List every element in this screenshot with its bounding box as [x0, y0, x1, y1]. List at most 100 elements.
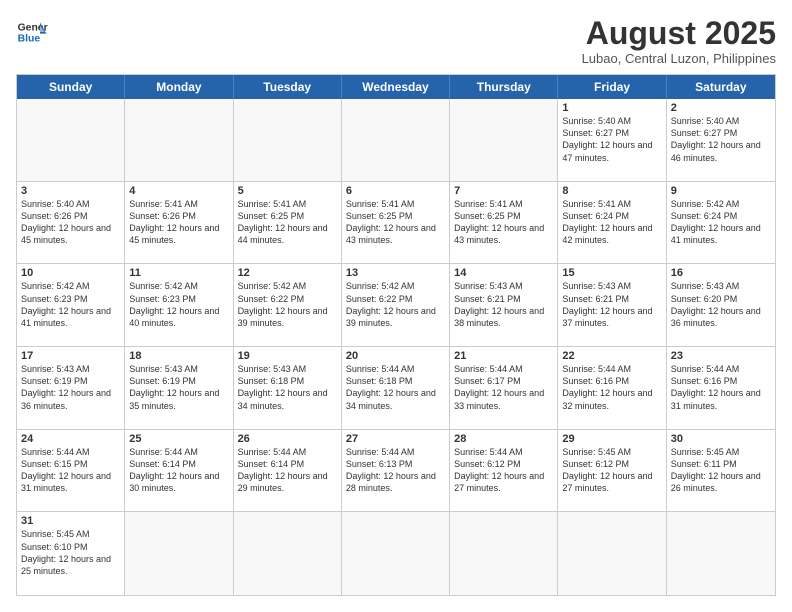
calendar-day-31: 31Sunrise: 5:45 AM Sunset: 6:10 PM Dayli… [17, 512, 125, 595]
calendar-day-4: 4Sunrise: 5:41 AM Sunset: 6:26 PM Daylig… [125, 182, 233, 264]
calendar-header: SundayMondayTuesdayWednesdayThursdayFrid… [17, 75, 775, 99]
calendar-week-3: 10 Sunrise: 5:42 AM Sunset: 6:23 PM Dayli… [17, 264, 775, 347]
day-number: 29 [562, 433, 661, 445]
title-block: August 2025 Lubao, Central Luzon, Philip… [582, 16, 776, 66]
calendar-day-18: 18Sunrise: 5:43 AM Sunset: 6:19 PM Dayli… [125, 347, 233, 429]
calendar: SundayMondayTuesdayWednesdayThursdayFrid… [16, 74, 776, 596]
generalblue-logo-icon: General Blue [16, 16, 48, 48]
header-day-monday: Monday [125, 75, 233, 99]
day-number: 7 [454, 185, 553, 197]
calendar-day-23: 23Sunrise: 5:44 AM Sunset: 6:16 PM Dayli… [667, 347, 775, 429]
calendar-day-17: 17Sunrise: 5:43 AM Sunset: 6:19 PM Dayli… [17, 347, 125, 429]
calendar-day-27: 27Sunrise: 5:44 AM Sunset: 6:13 PM Dayli… [342, 430, 450, 512]
day-info: Sunrise: 5:41 AM Sunset: 6:24 PM Dayligh… [562, 198, 661, 247]
day-number: 22 [562, 350, 661, 362]
calendar-day-8: 8Sunrise: 5:41 AM Sunset: 6:24 PM Daylig… [558, 182, 666, 264]
calendar-day-empty [450, 512, 558, 595]
logo: General Blue [16, 16, 48, 48]
day-number: 31 [21, 515, 120, 527]
day-number: 10 [21, 267, 120, 279]
calendar-day-26: 26Sunrise: 5:44 AM Sunset: 6:14 PM Dayli… [234, 430, 342, 512]
day-info: Sunrise: 5:40 AM Sunset: 6:27 PM Dayligh… [562, 115, 661, 164]
calendar-day-20: 20Sunrise: 5:44 AM Sunset: 6:18 PM Dayli… [342, 347, 450, 429]
day-info: Sunrise: 5:44 AM Sunset: 6:14 PM Dayligh… [238, 446, 337, 495]
page: General Blue August 2025 Lubao, Central … [0, 0, 792, 612]
calendar-day-14: 14Sunrise: 5:43 AM Sunset: 6:21 PM Dayli… [450, 264, 558, 346]
calendar-day-7: 7Sunrise: 5:41 AM Sunset: 6:25 PM Daylig… [450, 182, 558, 264]
header-day-sunday: Sunday [17, 75, 125, 99]
day-number: 14 [454, 267, 553, 279]
day-number: 18 [129, 350, 228, 362]
calendar-day-empty [558, 512, 666, 595]
day-number: 2 [671, 102, 771, 114]
day-number: 5 [238, 185, 337, 197]
day-info: Sunrise: 5:41 AM Sunset: 6:25 PM Dayligh… [454, 198, 553, 247]
day-info: Sunrise: 5:43 AM Sunset: 6:19 PM Dayligh… [21, 363, 120, 412]
calendar-day-empty [17, 99, 125, 181]
day-number: 8 [562, 185, 661, 197]
day-info: Sunrise: 5:45 AM Sunset: 6:12 PM Dayligh… [562, 446, 661, 495]
day-info: Sunrise: 5:41 AM Sunset: 6:25 PM Dayligh… [238, 198, 337, 247]
day-info: Sunrise: 5:44 AM Sunset: 6:14 PM Dayligh… [129, 446, 228, 495]
day-info: Sunrise: 5:44 AM Sunset: 6:17 PM Dayligh… [454, 363, 553, 412]
calendar-day-5: 5Sunrise: 5:41 AM Sunset: 6:25 PM Daylig… [234, 182, 342, 264]
day-number: 30 [671, 433, 771, 445]
day-number: 17 [21, 350, 120, 362]
day-info: Sunrise: 5:44 AM Sunset: 6:16 PM Dayligh… [671, 363, 771, 412]
month-year-title: August 2025 [582, 16, 776, 51]
calendar-day-empty [234, 512, 342, 595]
calendar-day-16: 16Sunrise: 5:43 AM Sunset: 6:20 PM Dayli… [667, 264, 775, 346]
header-day-wednesday: Wednesday [342, 75, 450, 99]
day-info: Sunrise: 5:44 AM Sunset: 6:15 PM Dayligh… [21, 446, 120, 495]
calendar-day-6: 6Sunrise: 5:41 AM Sunset: 6:25 PM Daylig… [342, 182, 450, 264]
calendar-day-empty [342, 99, 450, 181]
day-number: 21 [454, 350, 553, 362]
day-info: Sunrise: 5:44 AM Sunset: 6:12 PM Dayligh… [454, 446, 553, 495]
day-info: Sunrise: 5:42 AM Sunset: 6:23 PM Dayligh… [129, 280, 228, 329]
calendar-day-13: 13Sunrise: 5:42 AM Sunset: 6:22 PM Dayli… [342, 264, 450, 346]
day-number: 9 [671, 185, 771, 197]
calendar-body: 1Sunrise: 5:40 AM Sunset: 6:27 PM Daylig… [17, 99, 775, 595]
calendar-day-empty [450, 99, 558, 181]
day-info: Sunrise: 5:41 AM Sunset: 6:26 PM Dayligh… [129, 198, 228, 247]
calendar-day-empty [234, 99, 342, 181]
svg-text:Blue: Blue [18, 34, 41, 45]
calendar-day-22: 22Sunrise: 5:44 AM Sunset: 6:16 PM Dayli… [558, 347, 666, 429]
day-number: 4 [129, 185, 228, 197]
calendar-day-15: 15Sunrise: 5:43 AM Sunset: 6:21 PM Dayli… [558, 264, 666, 346]
calendar-week-6: 31Sunrise: 5:45 AM Sunset: 6:10 PM Dayli… [17, 512, 775, 595]
header-day-tuesday: Tuesday [234, 75, 342, 99]
day-info: Sunrise: 5:45 AM Sunset: 6:10 PM Dayligh… [21, 528, 120, 577]
day-number: 13 [346, 267, 445, 279]
header-day-thursday: Thursday [450, 75, 558, 99]
day-info: Sunrise: 5:43 AM Sunset: 6:20 PM Dayligh… [671, 280, 771, 329]
calendar-day-19: 19Sunrise: 5:43 AM Sunset: 6:18 PM Dayli… [234, 347, 342, 429]
day-info: Sunrise: 5:43 AM Sunset: 6:19 PM Dayligh… [129, 363, 228, 412]
calendar-day-29: 29Sunrise: 5:45 AM Sunset: 6:12 PM Dayli… [558, 430, 666, 512]
day-number: 16 [671, 267, 771, 279]
calendar-day-28: 28Sunrise: 5:44 AM Sunset: 6:12 PM Dayli… [450, 430, 558, 512]
day-number: 15 [562, 267, 661, 279]
day-number: 19 [238, 350, 337, 362]
calendar-day-empty [125, 99, 233, 181]
calendar-day-24: 24Sunrise: 5:44 AM Sunset: 6:15 PM Dayli… [17, 430, 125, 512]
day-number: 3 [21, 185, 120, 197]
day-info: Sunrise: 5:42 AM Sunset: 6:22 PM Dayligh… [346, 280, 445, 329]
day-number: 23 [671, 350, 771, 362]
calendar-day-9: 9Sunrise: 5:42 AM Sunset: 6:24 PM Daylig… [667, 182, 775, 264]
day-info: Sunrise: 5:44 AM Sunset: 6:13 PM Dayligh… [346, 446, 445, 495]
day-info: Sunrise: 5:43 AM Sunset: 6:21 PM Dayligh… [562, 280, 661, 329]
calendar-day-empty [667, 512, 775, 595]
day-number: 24 [21, 433, 120, 445]
calendar-day-25: 25Sunrise: 5:44 AM Sunset: 6:14 PM Dayli… [125, 430, 233, 512]
day-info: Sunrise: 5:42 AM Sunset: 6:22 PM Dayligh… [238, 280, 337, 329]
day-number: 27 [346, 433, 445, 445]
day-number: 20 [346, 350, 445, 362]
day-info: Sunrise: 5:42 AM Sunset: 6:24 PM Dayligh… [671, 198, 771, 247]
calendar-week-4: 17Sunrise: 5:43 AM Sunset: 6:19 PM Dayli… [17, 347, 775, 430]
calendar-day-2: 2Sunrise: 5:40 AM Sunset: 6:27 PM Daylig… [667, 99, 775, 181]
day-number: 6 [346, 185, 445, 197]
calendar-week-1: 1Sunrise: 5:40 AM Sunset: 6:27 PM Daylig… [17, 99, 775, 182]
day-info: Sunrise: 5:40 AM Sunset: 6:26 PM Dayligh… [21, 198, 120, 247]
calendar-day-21: 21Sunrise: 5:44 AM Sunset: 6:17 PM Dayli… [450, 347, 558, 429]
